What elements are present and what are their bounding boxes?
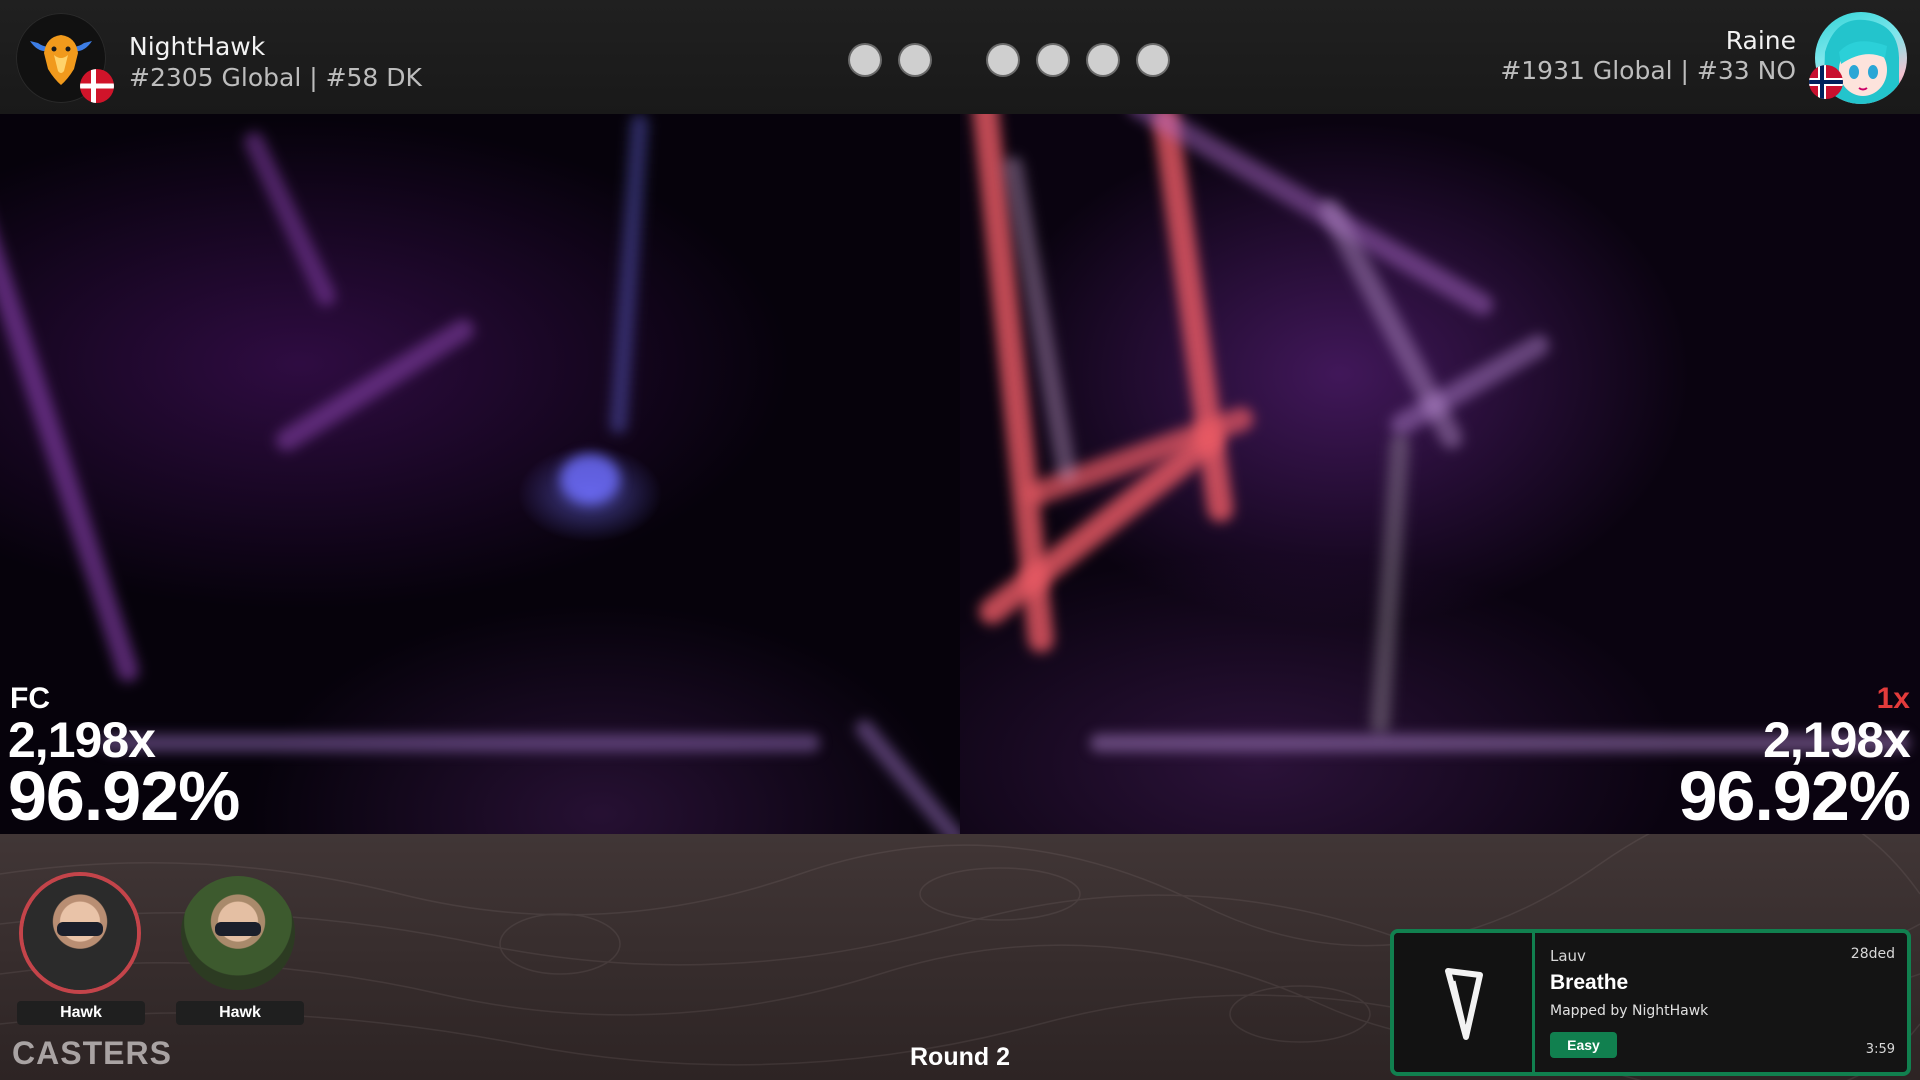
left-player-name: NightHawk [129, 32, 266, 61]
song-mapper: Mapped by NightHawk [1550, 1003, 1709, 1019]
right-score-dot [1088, 45, 1118, 75]
left-player-rank: #2305 Global | #58 DK [129, 63, 422, 92]
caster-name-tag: Hawk [17, 1001, 145, 1025]
norway-flag-icon [1809, 65, 1843, 99]
right-score-dot [988, 45, 1018, 75]
caster-avatar [181, 876, 295, 990]
left-score-dot [850, 45, 880, 75]
round-label: Round 2 [910, 1043, 1010, 1071]
casters-title: CASTERS [12, 1035, 172, 1071]
song-length: 3:59 [1865, 1042, 1895, 1057]
denmark-flag-icon [80, 69, 114, 103]
song-cover [1394, 933, 1535, 1072]
right-player-rank: #1931 Global | #33 NO [1500, 56, 1796, 85]
left-game-view: FC 2,198x 96.92% [0, 114, 960, 834]
right-score-dot [1038, 45, 1068, 75]
left-score-dot [900, 45, 930, 75]
difficulty-badge: Easy [1550, 1032, 1617, 1058]
left-accuracy: 96.92% [8, 757, 240, 834]
right-accuracy: 96.92% [1678, 757, 1911, 834]
top-bar: NightHawk #2305 Global | #58 DK Raine #1… [0, 0, 1920, 114]
sunglasses-icon [215, 922, 261, 936]
song-artist: Lauv [1550, 947, 1586, 965]
right-player-name: Raine [1725, 26, 1796, 55]
caster-name-tag: Hawk [176, 1001, 304, 1025]
right-game-view: 1x 2,198x 96.92% [960, 114, 1920, 834]
caster-avatar [23, 876, 137, 990]
song-id: 28ded [1850, 946, 1895, 962]
song-card: Lauv 28ded Breathe Mapped by NightHawk E… [1390, 929, 1911, 1076]
song-title: Breathe [1550, 971, 1629, 994]
sunglasses-icon [57, 922, 103, 936]
right-score-dot [1138, 45, 1168, 75]
song-cover-logo-icon [1445, 968, 1483, 1040]
